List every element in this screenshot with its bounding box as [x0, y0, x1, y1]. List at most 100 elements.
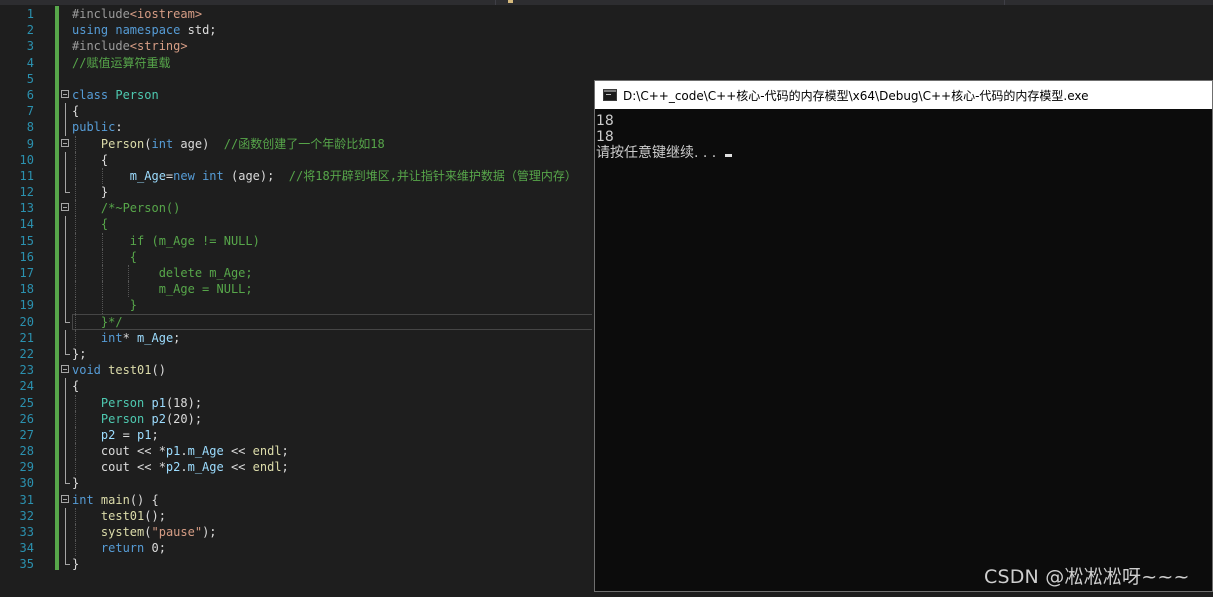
collapse-toggle[interactable] — [60, 362, 72, 378]
code-line[interactable]: if (m_Age != NULL) — [72, 232, 592, 249]
code-token: ( — [144, 525, 152, 539]
code-token: class — [72, 87, 109, 102]
fold-guide — [60, 281, 72, 298]
code-token: } — [72, 557, 80, 572]
indent-guide — [101, 248, 103, 265]
code-line[interactable]: { — [72, 378, 592, 394]
code-line[interactable]: #include<iostream> — [72, 6, 592, 22]
code-line[interactable]: }; — [72, 346, 592, 362]
code-line[interactable]: }*/ — [72, 313, 592, 330]
fold-guide — [60, 184, 72, 200]
collapse-toggle[interactable] — [60, 492, 72, 508]
code-line[interactable]: /*~Person() — [72, 200, 592, 217]
line-number: 31 — [19, 492, 34, 507]
collapse-toggle[interactable] — [60, 87, 72, 103]
fold-guide — [60, 410, 72, 427]
indent-guide — [75, 313, 76, 330]
code-line[interactable]: } — [72, 556, 592, 572]
code-line[interactable]: using namespace std; — [72, 22, 592, 38]
console-title-bar[interactable]: D:\C++_code\C++核心-代码的内存模型\x64\Debug\C++核… — [595, 81, 1212, 109]
code-line[interactable]: { — [72, 248, 592, 265]
code-token: //将18开辟到堆区,并让指针来维护数据（管理内存） — [288, 168, 577, 183]
fold-guide — [60, 22, 72, 38]
code-token: * — [122, 330, 138, 345]
code-line[interactable]: class Person — [72, 87, 592, 103]
code-line[interactable]: } — [72, 475, 592, 491]
line-number: 17 — [19, 266, 34, 280]
indent-guide — [101, 167, 103, 185]
collapse-toggle[interactable] — [60, 136, 72, 152]
collapse-toggle[interactable] — [60, 200, 72, 216]
indent-guide — [75, 184, 76, 201]
code-token: test01 — [100, 508, 145, 523]
fold-guide — [60, 394, 72, 411]
indent-guide — [75, 151, 76, 168]
code-token: (); — [144, 508, 166, 523]
code-line[interactable]: m_Age=new int (age); //将18开辟到堆区,并让指针来维护数… — [72, 167, 592, 185]
change-tracking-bar — [55, 6, 59, 570]
line-number: 14 — [19, 217, 34, 232]
code-token: <string> — [129, 39, 188, 54]
console-output-line: 18 — [596, 113, 732, 129]
code-token: p2 — [151, 411, 166, 426]
code-token: } — [72, 476, 80, 491]
code-token: . — [180, 444, 188, 459]
code-line[interactable]: { — [72, 151, 592, 168]
fold-guide — [60, 329, 72, 346]
code-line[interactable]: return 0; — [72, 540, 592, 557]
code-token: Person — [115, 87, 159, 102]
code-line[interactable]: test01(); — [72, 507, 592, 524]
code-line[interactable]: int* m_Age; — [72, 329, 592, 346]
code-token: (20); — [165, 411, 203, 426]
code-token: { — [72, 249, 138, 264]
code-line[interactable]: m_Age = NULL; — [72, 281, 592, 298]
fold-guide — [60, 459, 72, 476]
code-line[interactable]: #include<string> — [72, 38, 592, 54]
code-token: (18); — [165, 395, 203, 410]
line-number: 25 — [19, 395, 34, 410]
code-token: #include — [72, 7, 130, 21]
code-line[interactable]: Person p2(20); — [72, 410, 592, 427]
code-token: cout << * — [72, 460, 166, 475]
code-line[interactable]: Person(int age) //函数创建了一个年龄比如18 — [72, 135, 592, 152]
code-area[interactable]: #include<iostream> using namespace std; #i… — [72, 6, 592, 573]
code-token: p1 — [137, 427, 152, 442]
line-number-gutter: 1 2 3 4 5 6 7 8 9 10 11 12 13 14 15 16 17 18 19 20 21 22 23 24 2… — [0, 6, 40, 573]
code-line[interactable]: cout << *p1.m_Age << endl; — [72, 443, 592, 460]
code-token: { — [72, 379, 80, 394]
code-line[interactable]: p2 = p1; — [72, 426, 592, 444]
code-token: << — [223, 444, 253, 459]
line-number: 12 — [19, 185, 34, 200]
code-line[interactable]: } — [72, 184, 592, 201]
code-line[interactable]: //赋值运算符重载 — [72, 55, 592, 71]
code-token: p1 — [165, 444, 181, 459]
code-line[interactable]: void test01() — [72, 362, 592, 378]
indent-guide — [75, 329, 76, 346]
code-token: if (m_Age != NULL) — [72, 233, 260, 248]
line-number: 16 — [19, 249, 34, 264]
code-line[interactable]: { — [72, 216, 592, 233]
code-line[interactable]: } — [72, 297, 592, 314]
code-token: }*/ — [72, 314, 123, 329]
fold-guide — [60, 443, 72, 460]
code-line[interactable]: int main() { — [72, 492, 592, 508]
code-line[interactable]: Person p1(18); — [72, 394, 592, 411]
fold-guide — [60, 378, 72, 395]
code-token: p2 — [165, 460, 181, 475]
line-number: 6 — [26, 87, 34, 102]
code-token: int — [100, 330, 123, 345]
code-token: system — [100, 525, 145, 539]
fold-guide — [60, 167, 72, 185]
code-token: test01 — [108, 363, 152, 378]
code-line[interactable]: { — [72, 103, 592, 119]
code-line[interactable]: delete m_Age; — [72, 265, 592, 282]
code-line[interactable]: public: — [72, 119, 592, 135]
code-line[interactable] — [72, 71, 592, 87]
code-line[interactable]: system("pause"); — [72, 524, 592, 541]
console-window[interactable]: D:\C++_code\C++核心-代码的内存模型\x64\Debug\C++核… — [594, 80, 1213, 592]
editor-top-bar — [0, 0, 1213, 5]
code-line[interactable]: cout << *p2.m_Age << endl; — [72, 459, 592, 476]
